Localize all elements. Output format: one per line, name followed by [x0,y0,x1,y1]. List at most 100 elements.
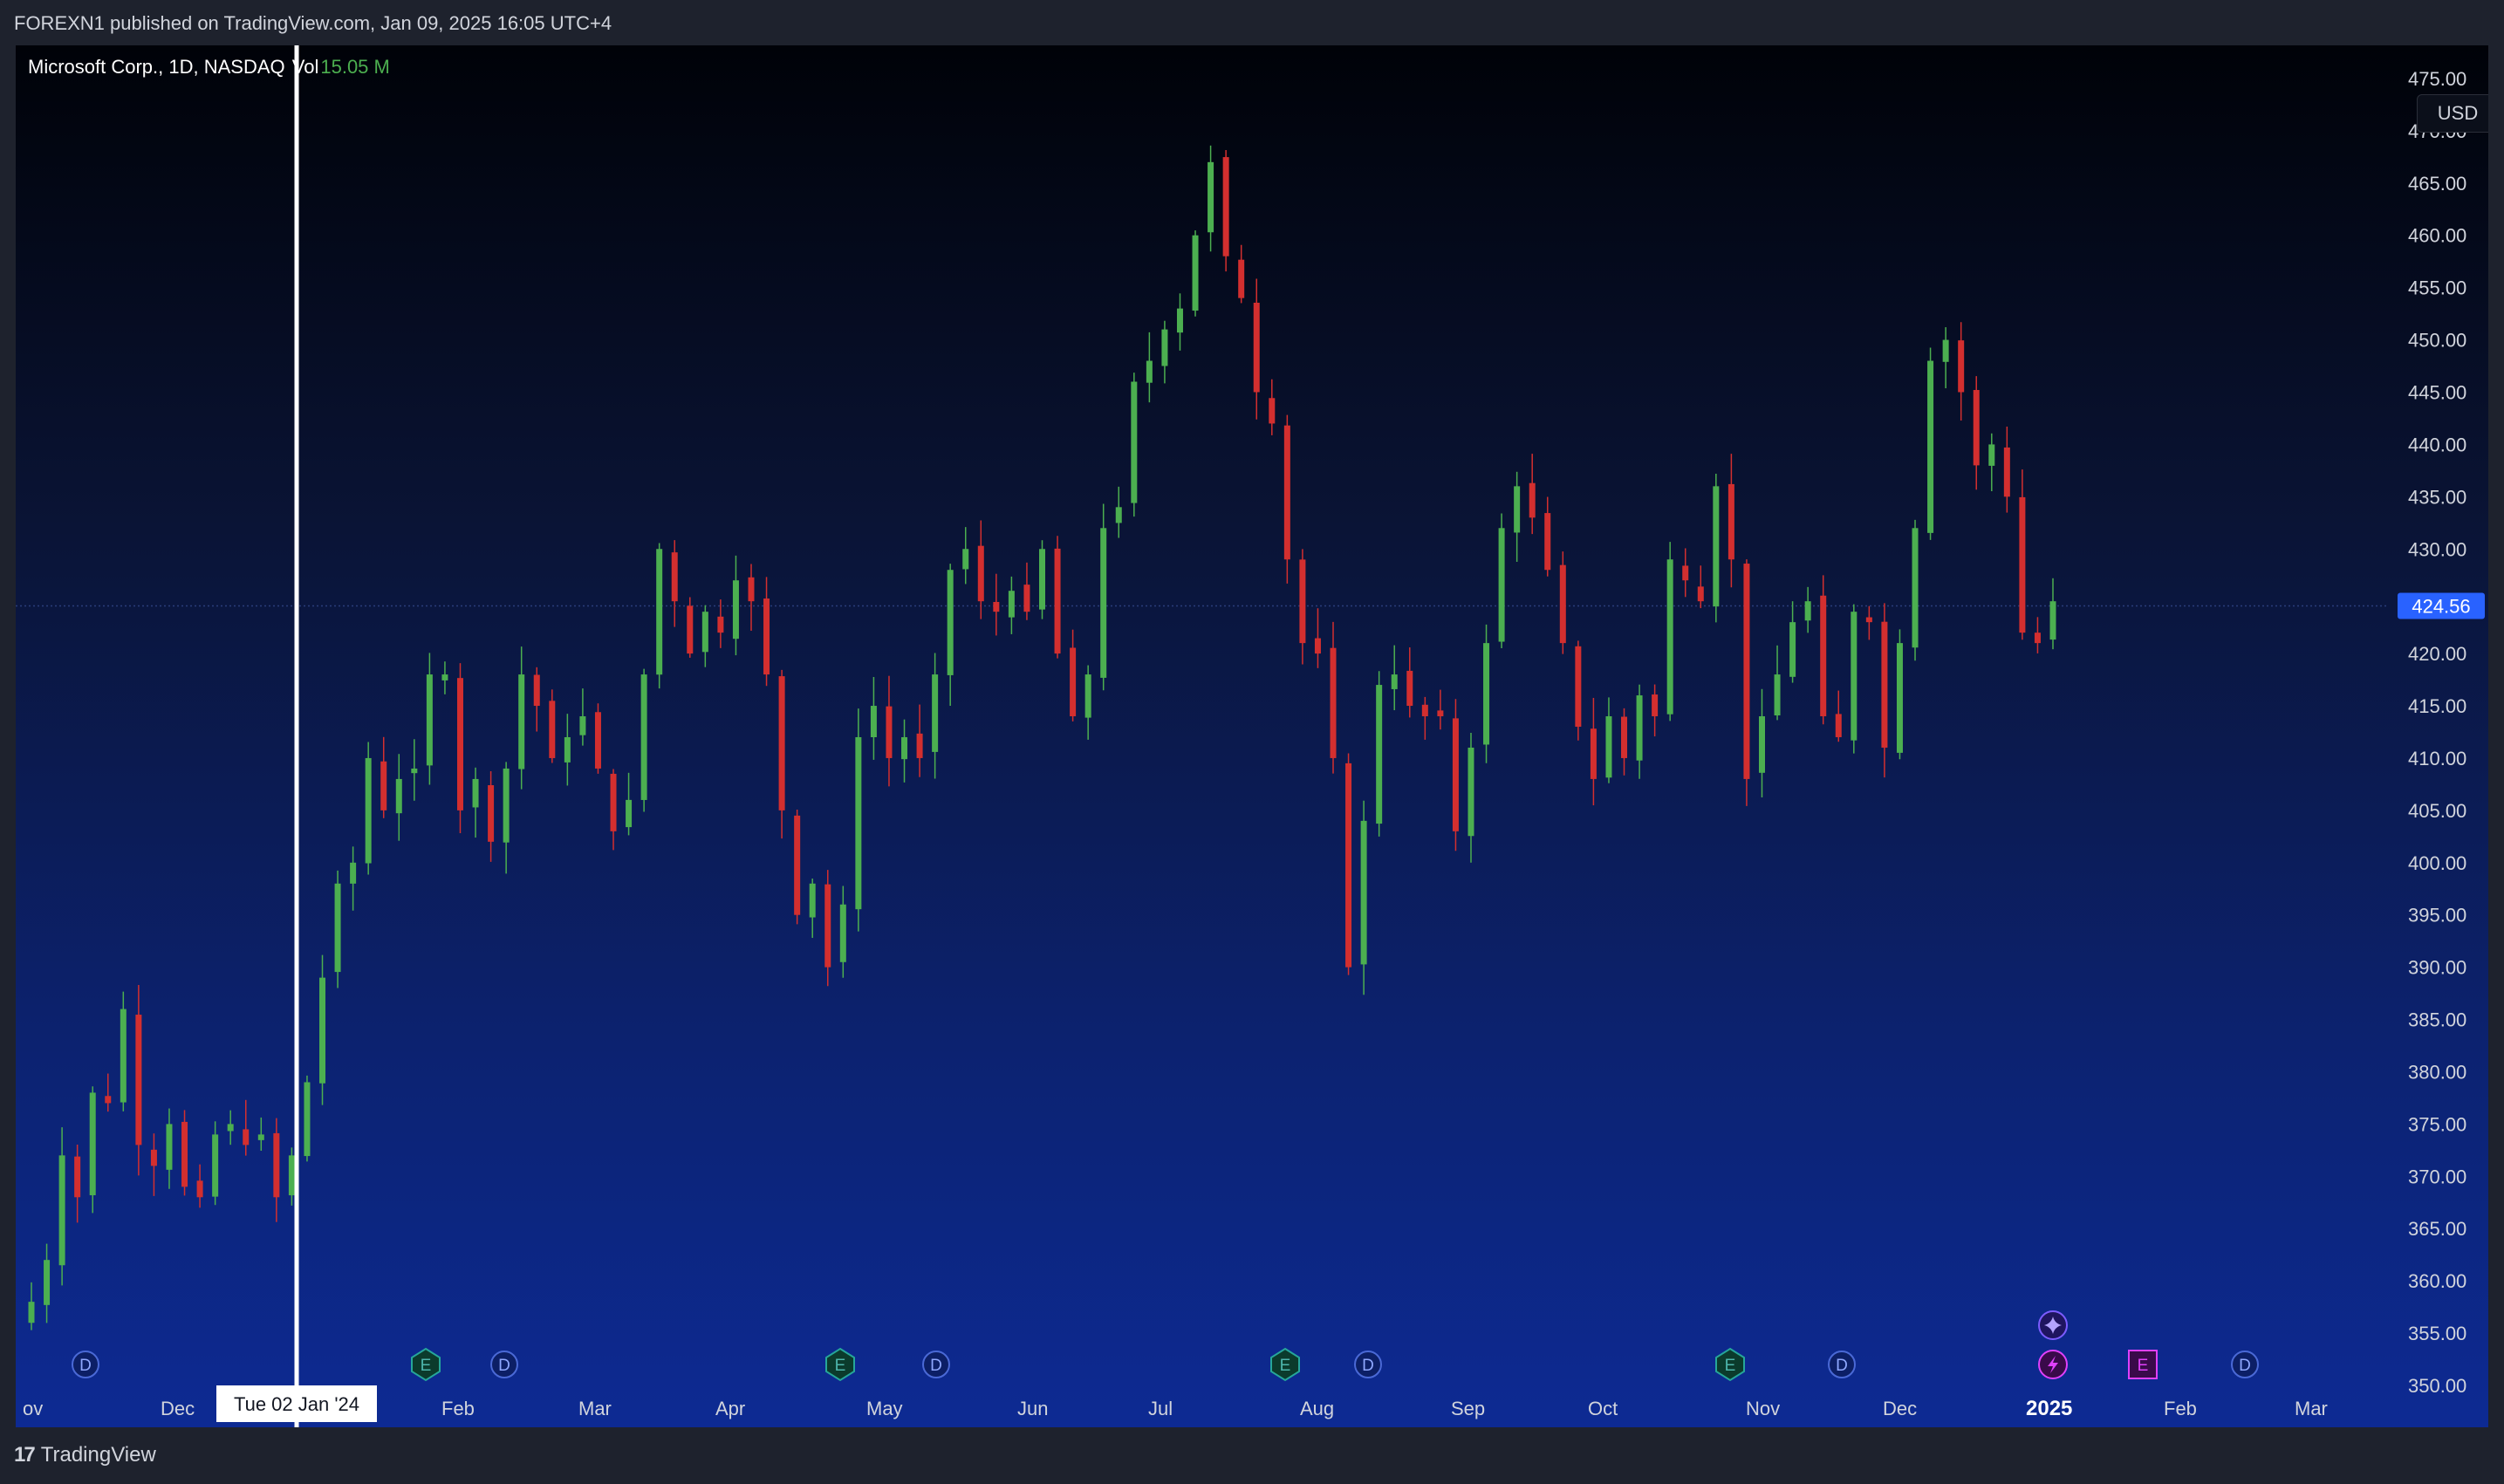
candle-body [1452,718,1459,831]
candle-body [1100,528,1107,678]
x-axis-label: Mar [578,1398,612,1419]
earnings-event-icon[interactable]: E [1270,1347,1300,1382]
candle-body [105,1096,112,1104]
y-tick-label: 395.00 [2408,905,2466,927]
candle-body [901,736,908,760]
x-axis-label: Aug [1300,1398,1334,1419]
candle-body [549,701,556,758]
x-axis-label: Dec [1883,1398,1917,1419]
currency-button[interactable]: USD [2417,94,2488,133]
candle-body [579,716,586,735]
candle-body [1376,685,1383,824]
x-axis-label: May [866,1398,903,1419]
chart-legend: Microsoft Corp., 1D, NASDAQ Vol15.05 M [28,56,390,79]
candle-body [778,676,785,810]
candle-body [472,778,479,808]
x-axis-label: Dec [161,1398,195,1419]
candle-body [74,1156,81,1198]
y-tick-label: 390.00 [2408,957,2466,979]
svg-text:E: E [2138,1357,2149,1375]
candle-body [411,768,418,774]
candle-body [319,977,326,1084]
earnings-event-icon[interactable]: E [1715,1347,1745,1382]
candle-body [671,552,678,602]
candle-body [855,736,862,910]
candle-body [426,674,433,766]
y-tick-label: 450.00 [2408,330,2466,352]
candle-body [824,884,831,968]
earnings-event-icon[interactable]: E [411,1347,441,1382]
candle-body [380,761,387,810]
crosshair-date-label: Tue 02 Jan '24 [234,1393,359,1415]
candle-body [1652,694,1659,717]
candle-body [732,580,739,639]
candle-body [1299,559,1306,644]
candle-body [1820,595,1827,717]
candle-body [456,678,463,810]
candle-body [135,1015,142,1145]
dividend-event-icon[interactable]: D [490,1351,518,1378]
y-tick-label: 465.00 [2408,173,2466,195]
y-tick-label: 420.00 [2408,643,2466,665]
candle-body [1804,601,1811,621]
candle-body [656,549,663,675]
candle-body [1023,585,1030,612]
candle-body [1192,235,1199,311]
candle-body [640,674,647,800]
candle-body [763,598,770,675]
candle-body [1437,710,1444,717]
candle-body [1942,339,1949,362]
earnings-event-icon[interactable]: E [2128,1350,2158,1379]
candle-body [701,612,708,653]
candle-body [1514,486,1521,533]
sparkle-event-icon[interactable] [2038,1310,2068,1340]
candle-body [870,706,877,737]
candle-body [28,1302,35,1323]
candle-body [1253,302,1260,393]
y-tick-label: 440.00 [2408,434,2466,455]
svg-text:D: D [1836,1357,1848,1375]
candle-body [839,904,846,962]
svg-text:D: D [2239,1357,2251,1375]
candle-body [1330,647,1337,758]
candle-body [1115,507,1122,523]
candle-body [1084,674,1091,718]
candle-body [794,815,801,915]
candle-body [1345,763,1352,968]
earnings-event-icon[interactable]: E [825,1347,855,1382]
x-axis-label: Mar [2295,1398,2328,1419]
candlestick-chart[interactable]: 475.00470.00465.00460.00455.00450.00445.… [16,45,2488,1427]
candle-body [181,1121,188,1187]
x-axis-label: 2025 [2026,1397,2072,1420]
brand[interactable]: 17 TradingView [14,1443,156,1467]
candle-body [947,570,954,675]
svg-text:E: E [835,1357,846,1375]
candle-body [1222,157,1229,256]
dividend-event-icon[interactable]: D [1354,1351,1382,1378]
candle-body [1666,559,1673,715]
x-axis-label: ov [23,1398,43,1419]
candle-body [1360,820,1367,965]
tradingview-logo-icon: 17 [14,1443,36,1467]
dividend-event-icon[interactable]: D [2231,1351,2259,1378]
candle-body [717,616,724,633]
y-tick-label: 460.00 [2408,225,2466,247]
candle-body [395,778,402,814]
candle-body [1835,714,1842,737]
dividend-event-icon[interactable]: D [72,1351,99,1378]
candle-body [1851,612,1857,741]
y-tick-label: 400.00 [2408,852,2466,874]
candle-body [1406,670,1413,707]
lightning-event-icon[interactable] [2038,1350,2068,1379]
candle-body [89,1092,96,1196]
x-axis-label: Jun [1017,1398,1048,1419]
candle-body [993,601,1000,612]
last-price-label: 424.56 [2412,595,2470,617]
candle-body [533,674,540,707]
candle-body [1559,564,1566,644]
dividend-event-icon[interactable]: D [922,1351,950,1378]
x-axis-label: Apr [715,1398,745,1419]
dividend-event-icon[interactable]: D [1828,1351,1856,1378]
chart-area[interactable]: 475.00470.00465.00460.00455.00450.00445.… [16,45,2488,1427]
candle-body [503,768,510,843]
